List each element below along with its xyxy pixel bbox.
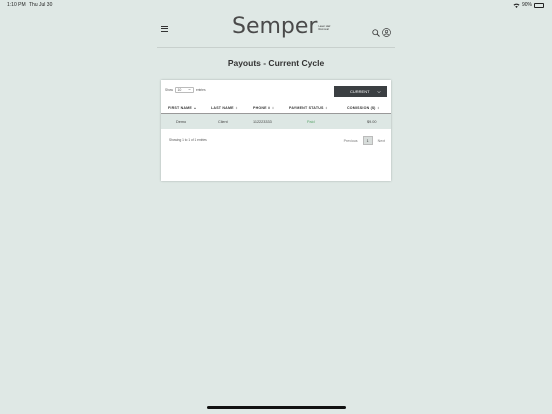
table-header: FIRST NAME ▲ LAST NAME ⇕ PHONE # ⇕ PAYMENT … <box>161 102 391 114</box>
sort-icon: ⇕ <box>325 105 328 110</box>
sort-icon: ⇕ <box>377 105 380 110</box>
battery-percent: 90% <box>521 2 532 8</box>
chevron-down-icon <box>377 90 381 94</box>
cell-last-name: Client <box>218 119 228 124</box>
table-info: Showing 1 to 1 of 1 entries <box>169 138 207 142</box>
sort-icon: ⇕ <box>271 105 275 110</box>
sort-asc-icon: ▲ <box>193 105 197 110</box>
user-account-icon[interactable] <box>382 24 391 37</box>
status-date: Thu Jul 30 <box>29 2 53 8</box>
cycle-select[interactable]: CURRENT <box>334 86 387 97</box>
entries-select-value: 10 <box>177 88 182 92</box>
next-button[interactable]: Next <box>376 138 387 144</box>
sort-icon: ⇕ <box>235 105 238 110</box>
previous-button[interactable]: Previous <box>342 138 360 144</box>
table-footer: Showing 1 to 1 of 1 entries Previous 1 N… <box>161 136 391 146</box>
cell-payment-status: Paid <box>307 119 315 124</box>
entries-length-control: Show 10 entries <box>165 87 206 93</box>
column-header-payment-status[interactable]: PAYMENT STATUS ⇕ <box>286 106 344 110</box>
payouts-table: FIRST NAME ▲ LAST NAME ⇕ PHONE # ⇕ PAYMENT … <box>161 102 391 129</box>
cell-commission: $9.00 <box>367 119 377 124</box>
column-header-phone[interactable]: PHONE # ⇕ <box>249 106 286 110</box>
status-time: 1:10 PM <box>7 2 26 8</box>
cell-phone: 112223333 <box>253 119 272 124</box>
page-title: Payouts - Current Cycle <box>227 58 325 68</box>
column-header-first-name[interactable]: FIRST NAME ▲ <box>161 106 206 110</box>
logo[interactable]: Semper Laser Hair Removal <box>232 16 331 44</box>
app-header: Semper Laser Hair Removal <box>157 14 395 48</box>
home-indicator[interactable] <box>207 406 346 409</box>
status-bar: 1:10 PM Thu Jul 30 90% <box>0 0 552 11</box>
header-divider <box>157 47 395 48</box>
column-header-commission[interactable]: COMISSION ($) ⇕ <box>344 106 391 110</box>
logo-tagline: Laser Hair Removal <box>318 25 331 31</box>
cell-first-name: Demo <box>176 119 187 124</box>
status-indicators: 90% <box>513 2 544 8</box>
page-button-current[interactable]: 1 <box>362 136 373 145</box>
hamburger-menu-icon[interactable] <box>161 26 168 32</box>
logo-text: Semper <box>232 14 318 39</box>
entries-label: entries <box>195 88 206 92</box>
column-header-last-name[interactable]: LAST NAME ⇕ <box>206 106 249 110</box>
pagination: Previous 1 Next <box>342 136 387 145</box>
battery-icon <box>534 2 544 8</box>
chevron-down-icon <box>188 88 192 92</box>
cycle-select-value: CURRENT <box>350 89 370 94</box>
search-icon[interactable] <box>372 24 380 37</box>
table-row[interactable]: Demo Client 112223333 Paid $9.00 <box>161 114 391 129</box>
wifi-icon <box>513 3 520 8</box>
show-label: Show <box>165 88 173 92</box>
payouts-card: Show 10 entries CURRENT FIRST NAME ▲ LAST… <box>161 80 391 181</box>
entries-select[interactable]: 10 <box>174 87 194 93</box>
